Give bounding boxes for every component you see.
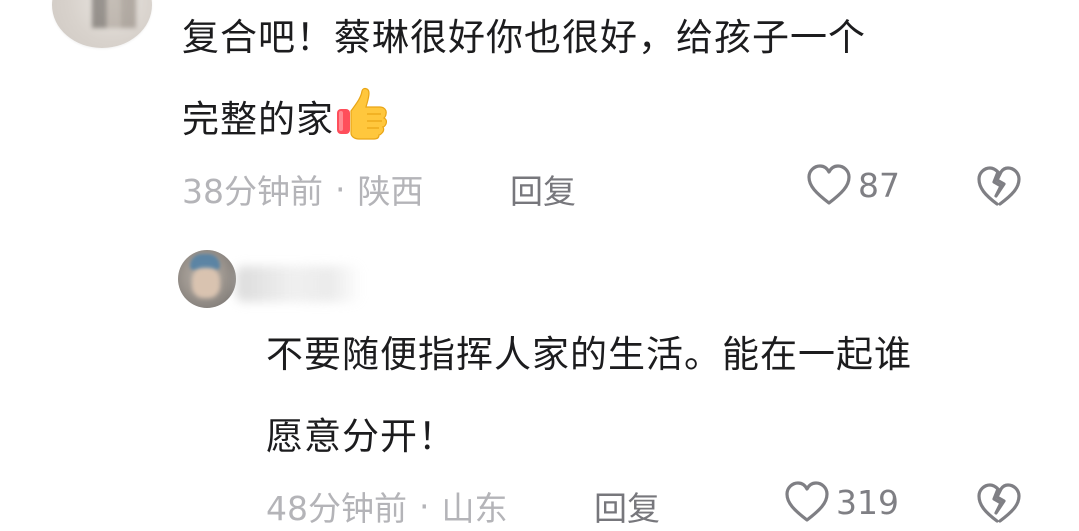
commenter-avatar[interactable]	[178, 250, 236, 308]
meta-separator: ·	[335, 169, 346, 209]
comment-time: 38分钟前	[182, 172, 323, 211]
meta-separator: ·	[419, 486, 430, 526]
comment-body: 不要随便指挥人家的生活。能在一起谁 愿意分开！	[266, 314, 912, 478]
like-count: 87	[858, 165, 900, 205]
comment-line: 完整的家	[182, 98, 334, 141]
comment-line: 不要随便指挥人家的生活。能在一起谁	[266, 333, 912, 376]
dislike-button[interactable]	[976, 482, 1022, 530]
comment-time: 48分钟前	[266, 489, 407, 528]
comment-location: 陕西	[357, 172, 424, 211]
like-count: 319	[836, 482, 899, 522]
comment-meta: 38分钟前 · 陕西	[182, 165, 424, 213]
avatar-blur	[192, 268, 220, 298]
commenter-avatar[interactable]	[52, 0, 152, 48]
reply-button[interactable]: 回复	[594, 482, 660, 530]
dislike-button[interactable]	[976, 165, 1022, 213]
like-button[interactable]: 87	[806, 163, 900, 207]
broken-heart-icon	[977, 483, 1021, 523]
comment-location: 山东	[441, 489, 508, 528]
reply-button[interactable]: 回复	[510, 165, 576, 213]
avatar-mosaic	[92, 0, 136, 28]
heart-icon	[807, 164, 851, 205]
thumbs-up-icon	[334, 86, 388, 140]
comment-meta: 48分钟前 · 山东	[266, 482, 508, 530]
blurred-username	[236, 266, 362, 302]
comment-line: 复合吧！蔡琳很好你也很好，给孩子一个	[182, 16, 866, 59]
broken-heart-icon	[977, 166, 1021, 206]
comment-line: 愿意分开！	[266, 415, 456, 458]
heart-icon	[785, 481, 829, 522]
comment-body: 复合吧！蔡琳很好你也很好，给孩子一个 完整的家	[182, 0, 866, 161]
like-button[interactable]: 319	[784, 480, 899, 524]
